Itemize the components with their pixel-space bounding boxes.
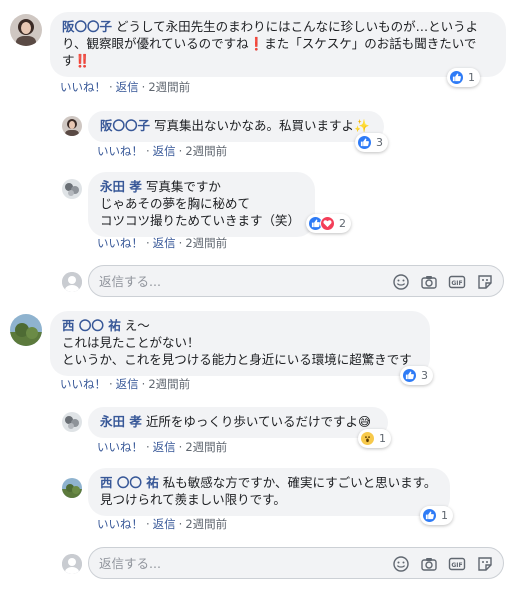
gif-icon[interactable]: GIF xyxy=(447,554,467,574)
current-user-avatar xyxy=(62,554,82,574)
comment-author[interactable]: 西 〇〇 祐 xyxy=(62,318,121,333)
timestamp[interactable]: 2週間前 xyxy=(185,517,227,531)
reaction-summary[interactable]: 1 xyxy=(420,506,453,525)
timestamp[interactable]: 2週間前 xyxy=(148,80,190,94)
reply-input-box[interactable]: GIF xyxy=(88,265,504,297)
like-link[interactable]: いいね！ xyxy=(97,517,143,531)
like-reaction-icon xyxy=(422,508,437,523)
like-link[interactable]: いいね！ xyxy=(97,144,143,158)
reaction-count: 1 xyxy=(379,432,386,445)
timestamp[interactable]: 2週間前 xyxy=(148,377,190,391)
emoji-icon[interactable] xyxy=(391,554,411,574)
camera-icon[interactable] xyxy=(419,554,439,574)
reply-link[interactable]: 返信 xyxy=(116,377,139,391)
reply-link[interactable]: 返信 xyxy=(116,80,139,94)
reply-input[interactable] xyxy=(99,554,379,572)
reaction-summary[interactable]: 1 xyxy=(358,429,391,448)
avatar[interactable] xyxy=(10,314,42,346)
camera-icon[interactable] xyxy=(419,272,439,292)
avatar[interactable] xyxy=(62,478,82,498)
reply-link[interactable]: 返信 xyxy=(153,236,176,250)
like-reaction-icon xyxy=(402,368,417,383)
love-reaction-icon xyxy=(320,216,335,231)
reply-author[interactable]: 永田 孝 xyxy=(100,414,142,429)
like-link[interactable]: いいね！ xyxy=(60,80,106,94)
avatar[interactable] xyxy=(62,116,82,136)
comment-actions: いいね！ · 返信 · 2週間前 xyxy=(60,80,191,94)
reply-bubble: 永田 孝近所をゆっくり歩いているだけですよ😅 xyxy=(88,407,388,438)
avatar[interactable] xyxy=(62,179,82,199)
svg-text:GIF: GIF xyxy=(451,280,462,287)
gif-icon[interactable]: GIF xyxy=(447,272,467,292)
reaction-summary[interactable]: 2 xyxy=(306,214,351,233)
wow-reaction-icon xyxy=(360,431,375,446)
reply-bubble: 西 〇〇 祐私も敏感な方ですか、確実にすごいと思います。 見つけられて羨ましい限… xyxy=(88,468,450,516)
like-link[interactable]: いいね！ xyxy=(60,377,106,391)
reaction-summary[interactable]: 3 xyxy=(355,133,388,152)
reply-link[interactable]: 返信 xyxy=(153,440,176,454)
reaction-count: 2 xyxy=(339,217,346,230)
emoji-icon[interactable] xyxy=(391,272,411,292)
reply-actions: いいね！ · 返信 · 2週間前 xyxy=(97,144,228,158)
reaction-count: 3 xyxy=(421,369,428,382)
comment-author[interactable]: 阪〇〇子 xyxy=(62,19,112,34)
like-link[interactable]: いいね！ xyxy=(97,236,143,250)
svg-text:GIF: GIF xyxy=(451,562,462,569)
sticker-icon[interactable] xyxy=(475,272,495,292)
reply-actions: いいね！ · 返信 · 2週間前 xyxy=(97,440,228,454)
sticker-icon[interactable] xyxy=(475,554,495,574)
reply-input-box[interactable]: GIF xyxy=(88,547,504,579)
reply-text: 近所をゆっくり歩いているだけですよ😅 xyxy=(145,414,372,429)
reply-input[interactable] xyxy=(99,272,379,290)
reaction-summary[interactable]: 3 xyxy=(400,366,433,385)
like-link[interactable]: いいね！ xyxy=(97,440,143,454)
comment-bubble: 西 〇〇 祐え〜 これは見たことがない！ というか、これを見つける能力と身近にい… xyxy=(50,311,430,376)
reply-text: 写真集出ないかなあ。私買いますよ✨ xyxy=(154,118,370,133)
reaction-count: 1 xyxy=(468,71,475,84)
reply-actions: いいね！ · 返信 · 2週間前 xyxy=(97,236,228,250)
reply-bubble: 阪〇〇子 写真集出ないかなあ。私買いますよ✨ xyxy=(88,111,384,142)
like-reaction-icon xyxy=(357,135,372,150)
reply-author[interactable]: 西 〇〇 祐 xyxy=(100,475,159,490)
avatar[interactable] xyxy=(10,14,42,46)
comment-actions: いいね！ · 返信 · 2週間前 xyxy=(60,377,191,391)
reaction-summary[interactable]: 1 xyxy=(447,68,480,87)
reply-link[interactable]: 返信 xyxy=(153,517,176,531)
like-reaction-icon xyxy=(449,70,464,85)
timestamp[interactable]: 2週間前 xyxy=(185,144,227,158)
reply-actions: いいね！ · 返信 · 2週間前 xyxy=(97,517,228,531)
reaction-count: 1 xyxy=(441,509,448,522)
avatar[interactable] xyxy=(62,412,82,432)
timestamp[interactable]: 2週間前 xyxy=(185,440,227,454)
comment-bubble: 阪〇〇子 どうして永田先生のまわりにはこんなに珍しいものが…というより、観察眼が優… xyxy=(50,12,506,77)
reaction-count: 3 xyxy=(376,136,383,149)
reply-author[interactable]: 阪〇〇子 xyxy=(100,118,150,133)
reply-link[interactable]: 返信 xyxy=(153,144,176,158)
comment-text: どうして永田先生のまわりにはこんなに珍しいものが…というより、観察眼が優れている… xyxy=(62,19,479,68)
reply-bubble: 永田 孝写真集ですか じゃあその夢を胸に秘めて コツコツ撮りためていきます（笑） xyxy=(88,172,315,237)
reply-author[interactable]: 永田 孝 xyxy=(100,179,142,194)
current-user-avatar xyxy=(62,272,82,292)
timestamp[interactable]: 2週間前 xyxy=(185,236,227,250)
